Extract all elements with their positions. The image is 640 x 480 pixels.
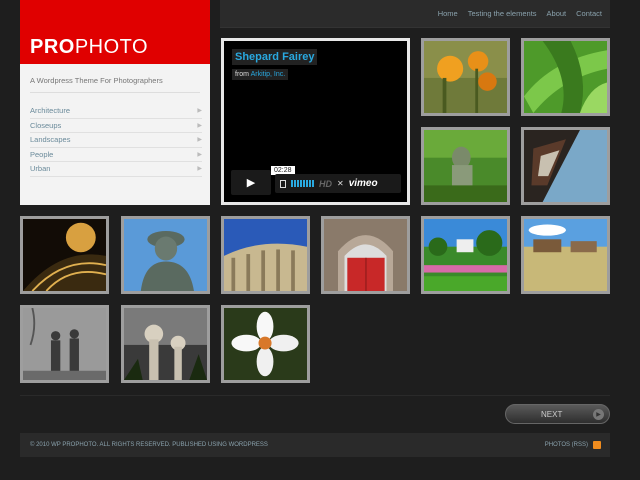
vimeo-logo[interactable]: vimeo bbox=[349, 178, 378, 189]
thumbnail-orange-flowers[interactable] bbox=[421, 38, 510, 116]
arrow-right-icon: ▶ bbox=[197, 122, 202, 129]
top-nav-bar: Home Testing the elements About Contact bbox=[220, 0, 610, 28]
category-people[interactable]: People ▶ bbox=[30, 148, 202, 162]
category-architecture[interactable]: Architecture ▶ bbox=[30, 104, 202, 119]
main-nav: Home Testing the elements About Contact bbox=[438, 9, 602, 18]
category-label: Closeups bbox=[30, 120, 62, 130]
rss-link[interactable]: PHOTOS (RSS) bbox=[545, 442, 588, 448]
video-byline: from Arkitip, Inc. bbox=[232, 69, 289, 80]
arrow-right-icon: ▶ bbox=[197, 151, 202, 158]
category-closeups[interactable]: Closeups ▶ bbox=[30, 119, 202, 133]
category-label: Urban bbox=[30, 164, 51, 174]
nav-about[interactable]: About bbox=[547, 9, 567, 18]
logo-header[interactable]: PROPHOTO bbox=[20, 0, 210, 64]
thumbnail-field-building[interactable] bbox=[521, 216, 610, 294]
thumbnail-garden-landscape[interactable] bbox=[421, 216, 510, 294]
logo-rest: PHOTO bbox=[74, 36, 149, 58]
logo-bold: PRO bbox=[30, 36, 75, 58]
rss-icon[interactable] bbox=[593, 441, 601, 449]
footer: © 2010 WP PROPHOTO. ALL RIGHTS RESERVED.… bbox=[20, 433, 610, 457]
volume-icon[interactable] bbox=[291, 180, 314, 187]
video-author-link[interactable]: Arkitip, Inc. bbox=[251, 71, 286, 78]
nav-testing-elements[interactable]: Testing the elements bbox=[468, 9, 537, 18]
arrow-right-icon: ▶ bbox=[197, 166, 202, 173]
play-icon: ▶ bbox=[246, 177, 256, 189]
chevron-right-icon: ▶ bbox=[593, 409, 604, 420]
content-divider bbox=[20, 395, 610, 396]
scrubber-handle[interactable] bbox=[280, 179, 286, 188]
hd-toggle[interactable]: HD bbox=[319, 179, 332, 189]
video-title[interactable]: Shepard Fairey bbox=[232, 49, 318, 65]
site-tagline: A Wordpress Theme For Photographers bbox=[30, 76, 163, 85]
video-controls: HD ✕ vimeo bbox=[275, 174, 401, 193]
thumbnail-green-succulent[interactable] bbox=[521, 38, 610, 116]
play-button[interactable]: ▶ bbox=[231, 170, 271, 195]
from-label: from bbox=[235, 71, 249, 78]
category-label: People bbox=[30, 149, 54, 159]
thumbnail-white-flower[interactable] bbox=[221, 305, 310, 383]
nav-home[interactable]: Home bbox=[438, 9, 458, 18]
copyright-text: © 2010 WP PROPHOTO. ALL RIGHTS RESERVED.… bbox=[30, 442, 268, 448]
site-logo[interactable]: PROPHOTO bbox=[30, 36, 148, 59]
divider bbox=[30, 92, 200, 93]
sidebar: PROPHOTO A Wordpress Theme For Photograp… bbox=[20, 0, 210, 205]
next-page-button[interactable]: NEXT ▶ bbox=[505, 404, 610, 424]
next-label: NEXT bbox=[541, 410, 563, 419]
thumbnail-red-door[interactable] bbox=[321, 216, 410, 294]
arrow-right-icon: ▶ bbox=[197, 108, 202, 115]
thumbnail-statue-garden[interactable] bbox=[421, 127, 510, 205]
nav-contact[interactable]: Contact bbox=[576, 9, 602, 18]
category-label: Landscapes bbox=[30, 135, 71, 145]
category-urban[interactable]: Urban ▶ bbox=[30, 162, 202, 177]
thumbnail-domed-towers[interactable] bbox=[121, 305, 210, 383]
thumbnail-glowing-dome[interactable] bbox=[20, 216, 109, 294]
thumbnail-soldier-statue[interactable] bbox=[121, 216, 210, 294]
category-landscapes[interactable]: Landscapes ▶ bbox=[30, 133, 202, 148]
arrow-right-icon: ▶ bbox=[197, 137, 202, 144]
thumbnail-sculptures[interactable] bbox=[20, 305, 109, 383]
thumbnail-window-architecture[interactable] bbox=[521, 127, 610, 205]
category-label: Architecture bbox=[30, 106, 71, 116]
fullscreen-icon[interactable]: ✕ bbox=[337, 179, 344, 188]
category-menu: Architecture ▶ Closeups ▶ Landscapes ▶ Peop… bbox=[30, 104, 202, 177]
thumbnail-curved-building[interactable] bbox=[221, 216, 310, 294]
video-player[interactable]: Shepard Fairey from Arkitip, Inc. 02:28 … bbox=[221, 38, 410, 205]
